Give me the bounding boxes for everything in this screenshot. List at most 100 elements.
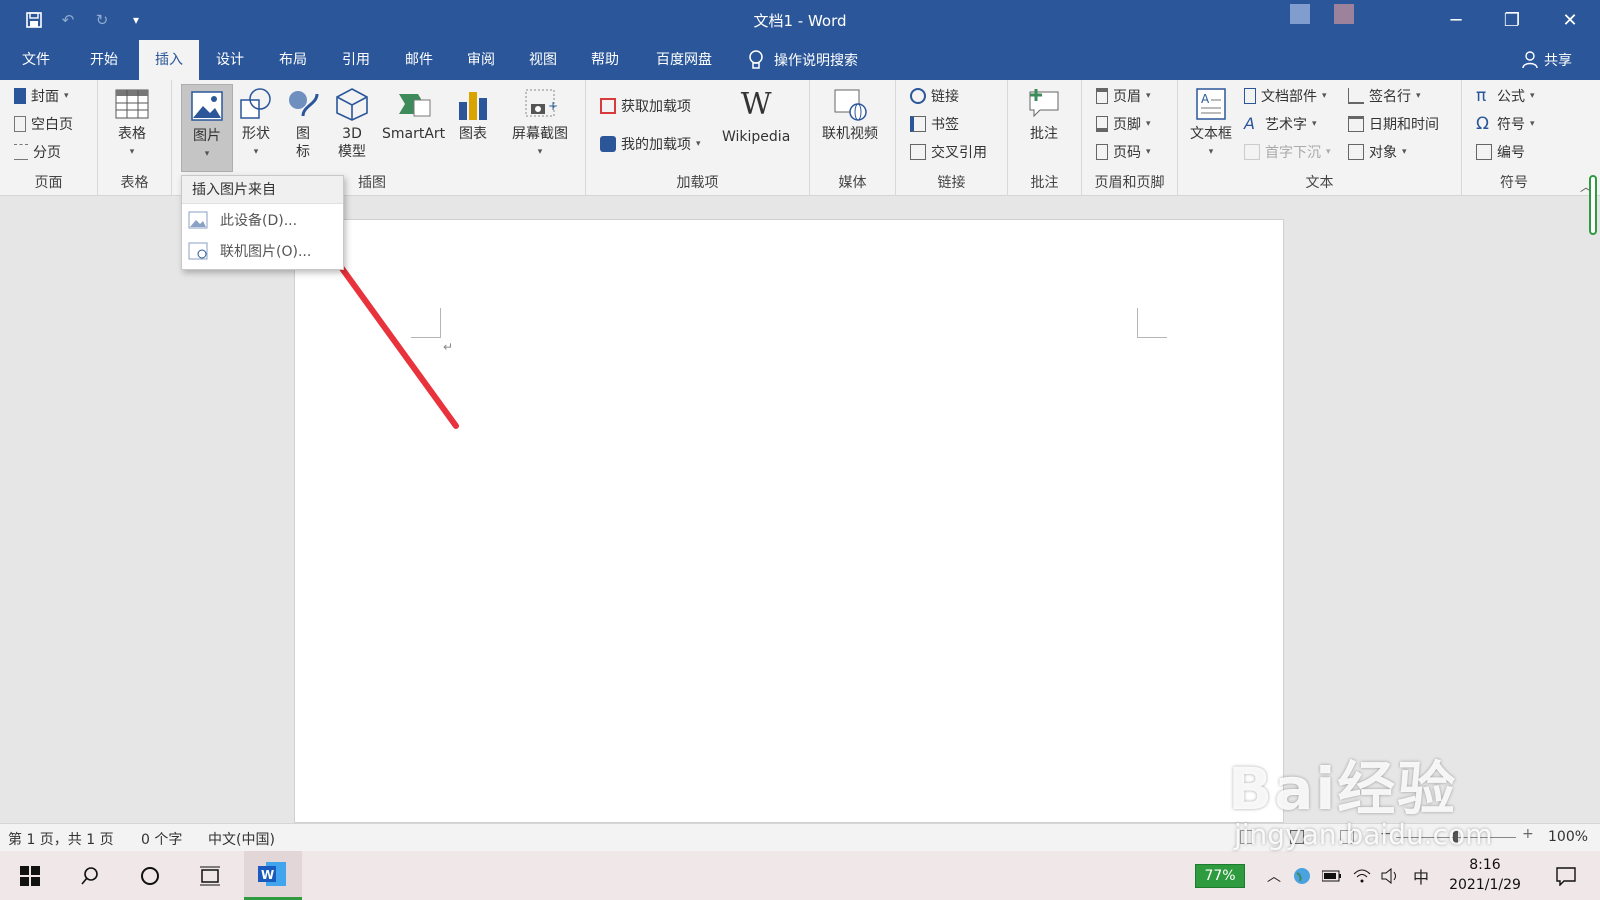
wordart-button[interactable]: A 艺术字 ▾ [1244,112,1317,136]
picture-file-icon [188,211,208,228]
shapes-button[interactable]: 形状 ▾ [238,86,274,161]
tab-file[interactable]: 文件 [10,40,62,80]
table-icon [115,89,149,119]
cover-page-icon [14,88,26,104]
online-video-label: 联机视频 [822,126,878,142]
tab-review[interactable]: 审阅 [455,40,507,80]
search-button[interactable] [70,851,110,900]
tab-layout[interactable]: 布局 [267,40,319,80]
chart-button[interactable]: 图表 [455,86,491,143]
online-video-button[interactable]: 联机视频 [822,86,878,143]
quick-parts-button[interactable]: 文档部件 ▾ [1244,84,1327,108]
close-button[interactable]: ✕ [1542,0,1598,40]
group-label-comments: 批注 [1030,175,1059,191]
task-view-button[interactable] [190,851,230,900]
page-number-label: 页码 [1113,145,1141,161]
pictures-button[interactable]: 图片 ▾ [181,84,233,172]
page-break-icon [14,144,28,160]
cross-reference-button[interactable]: 交叉引用 [910,140,987,164]
smartart-label: SmartArt [382,126,446,142]
group-addins: 获取加载项 我的加载项 ▾ W Wikipedia 加载项 [586,80,810,196]
new-comment-label: 批注 [1030,126,1058,142]
zoom-level[interactable]: 100% [1548,829,1588,845]
equation-button[interactable]: π 公式 ▾ [1476,84,1535,108]
online-picture-icon [188,242,208,259]
tell-me-search[interactable]: 操作说明搜索 [748,50,858,70]
tab-mailings[interactable]: 邮件 [393,40,445,80]
3d-models-button[interactable]: 3D模型 [330,86,374,161]
tab-references[interactable]: 引用 [330,40,382,80]
tab-view[interactable]: 视图 [517,40,569,80]
person-icon [1522,51,1538,69]
windows-logo-icon [20,865,40,886]
symbol-label: 符号 [1497,117,1525,133]
blank-page-button[interactable]: 空白页 [14,112,73,136]
tab-insert[interactable]: 插入 [139,40,199,80]
online-pictures-menu-item[interactable]: 联机图片(O)... [182,235,343,266]
page-break-button[interactable]: 分页 [14,140,61,164]
lightbulb-icon [749,50,763,69]
icons-icon [289,91,319,117]
date-time-button[interactable]: 日期和时间 [1348,112,1439,136]
signature-line-button[interactable]: 签名行 ▾ [1348,84,1421,108]
cover-page-label: 封面 [31,89,59,105]
wikipedia-button[interactable]: W Wikipedia [722,88,790,146]
insert-picture-dropdown: 插入图片来自 此设备(D)... 联机图片(O)... [181,175,344,270]
group-label-links: 链接 [937,175,966,191]
my-addins-button[interactable]: 我的加载项 ▾ [600,132,701,156]
smartart-button[interactable]: SmartArt [382,86,445,143]
drop-cap-button[interactable]: 首字下沉 ▾ [1244,140,1331,164]
signature-line-icon [1348,88,1364,104]
textbox-button[interactable]: A 文本框 ▾ [1190,86,1232,161]
get-addins-button[interactable]: 获取加载项 [600,94,691,118]
cover-page-button[interactable]: 封面 ▾ [14,84,69,108]
share-button[interactable]: 共享 [1522,50,1572,70]
link-icon [910,88,926,104]
page-count[interactable]: 第 1 页，共 1 页 [8,829,114,849]
tab-help[interactable]: 帮助 [579,40,631,80]
word-taskbar-button[interactable]: W [244,851,302,900]
symbol-button[interactable]: Ω 符号 ▾ [1476,112,1535,136]
tab-design[interactable]: 设计 [204,40,256,80]
new-comment-button[interactable]: 批注 [1026,86,1062,143]
share-label: 共享 [1544,53,1572,69]
picture-icon [191,91,223,121]
action-center-button[interactable] [1546,851,1586,900]
shapes-icon [240,88,271,119]
word-app-icon: W [258,862,286,886]
icons-button[interactable]: 图标 [284,86,322,161]
svg-text:+: + [548,99,558,113]
group-symbols: π 公式 ▾ Ω 符号 ▾ 编号 符号 [1462,80,1566,196]
group-label-table: 表格 [120,175,149,191]
number-button[interactable]: 编号 [1476,140,1525,164]
object-button[interactable]: 对象 ▾ [1348,140,1407,164]
signature-line-label: 签名行 [1369,89,1411,105]
cortana-button[interactable] [130,851,170,900]
language-indicator[interactable]: 中文(中国) [208,829,275,849]
my-addins-icon [600,136,616,152]
task-view-icon [200,866,220,885]
group-label-pages: 页面 [34,175,63,191]
link-button[interactable]: 链接 [910,84,959,108]
pictures-label: 图片 [193,128,221,144]
minimize-button[interactable]: ─ [1428,0,1484,40]
tab-home[interactable]: 开始 [78,40,130,80]
this-device-menu-item[interactable]: 此设备(D)... [182,204,343,235]
start-button[interactable] [10,851,50,900]
screenshot-button[interactable]: + 屏幕截图 ▾ [512,86,568,161]
scroll-thumb[interactable] [1589,175,1597,235]
table-button[interactable]: 表格 ▾ [114,86,150,161]
restore-button[interactable]: ❐ [1484,0,1540,40]
footer-button[interactable]: 页脚 ▾ [1096,112,1151,136]
header-button[interactable]: 页眉 ▾ [1096,84,1151,108]
word-count[interactable]: 0 个字 [141,829,182,849]
tab-baidu-netdisk[interactable]: 百度网盘 [646,40,722,80]
bar-chart-icon [459,92,487,120]
vertical-scrollbar[interactable] [1586,175,1600,823]
group-label-text: 文本 [1305,175,1334,191]
cortana-circle-icon [141,866,159,885]
bookmark-button[interactable]: 书签 [910,112,959,136]
footer-label: 页脚 [1113,117,1141,133]
watermark-url: jingyan.baidu.com [1234,818,1493,851]
page-number-button[interactable]: 页码 ▾ [1096,140,1151,164]
